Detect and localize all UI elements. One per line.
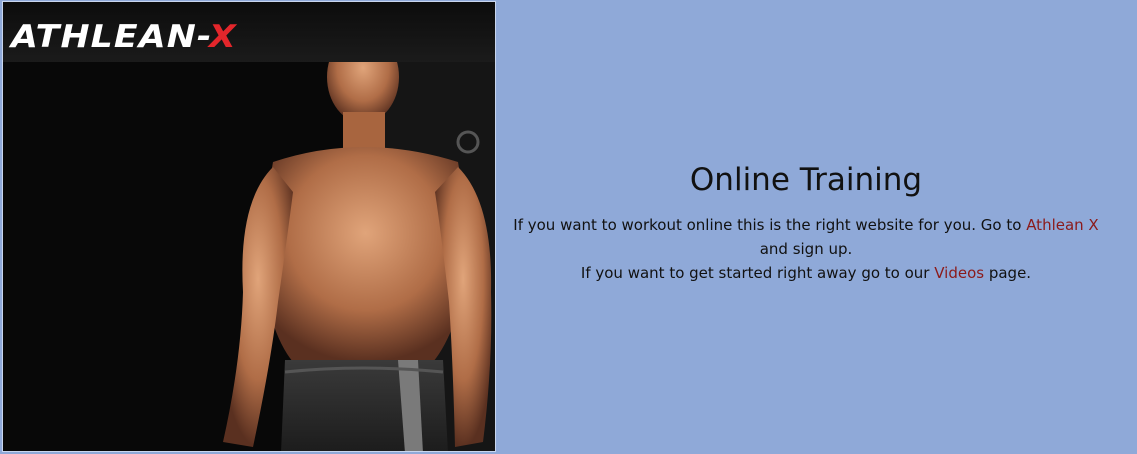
- logo-band: ATHLEAN-X: [3, 2, 495, 62]
- intro-paragraph: If you want to workout online this is th…: [497, 213, 1115, 261]
- page: ATHLEAN-X Online Training If you want to…: [0, 0, 1137, 454]
- athlean-x-logo: ATHLEAN-X: [11, 19, 237, 55]
- athlean-x-link[interactable]: Athlean X: [1026, 216, 1099, 234]
- main-content: Online Training If you want to workout o…: [497, 0, 1115, 454]
- videos-paragraph: If you want to get started right away go…: [497, 261, 1115, 285]
- intro-text-after: and sign up.: [759, 240, 853, 258]
- hero-image: ATHLEAN-X: [2, 1, 496, 452]
- athlete-photo: [3, 2, 495, 451]
- page-title: Online Training: [689, 162, 923, 198]
- videos-text-before: If you want to get started right away go…: [580, 264, 935, 282]
- videos-text-after: page.: [984, 264, 1032, 282]
- intro-text-before: If you want to workout online this is th…: [513, 216, 1027, 234]
- videos-link[interactable]: Videos: [934, 264, 984, 282]
